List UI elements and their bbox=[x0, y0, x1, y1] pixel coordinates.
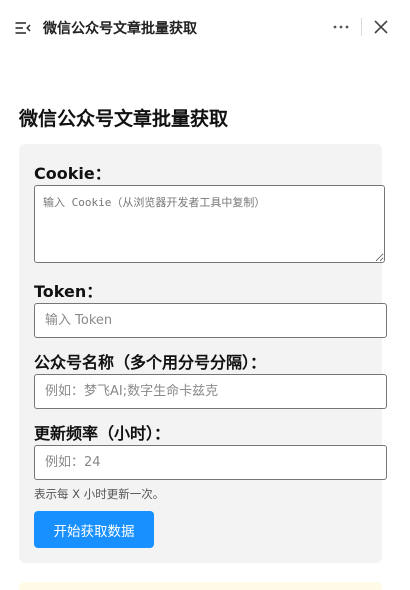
accounts-input[interactable] bbox=[34, 374, 387, 409]
frequency-label: 更新频率（小时）： bbox=[34, 424, 171, 443]
accounts-label: 公众号名称（多个用分号分隔）： bbox=[34, 353, 267, 372]
notice-panel bbox=[19, 582, 382, 590]
cookie-label: Cookie： bbox=[34, 164, 111, 183]
topbar-divider bbox=[361, 18, 362, 36]
form-card: Cookie： Token： 公众号名称（多个用分号分隔）： 更新频率（小时）：… bbox=[19, 144, 387, 563]
top-bar: 微信公众号文章批量获取 bbox=[0, 0, 410, 56]
token-label: Token： bbox=[34, 282, 103, 301]
cookie-input[interactable] bbox=[34, 185, 385, 263]
page-title: 微信公众号文章批量获取 bbox=[19, 108, 229, 130]
start-fetch-button[interactable]: 开始获取数据 bbox=[34, 511, 154, 548]
frequency-hint: 表示每 X 小时更新一次。 bbox=[34, 487, 165, 501]
menu-collapse-icon[interactable] bbox=[14, 19, 32, 37]
close-icon[interactable] bbox=[373, 19, 389, 35]
more-horizontal-icon[interactable] bbox=[331, 17, 351, 37]
frequency-input[interactable] bbox=[34, 445, 387, 480]
topbar-title: 微信公众号文章批量获取 bbox=[43, 21, 197, 37]
token-input[interactable] bbox=[34, 303, 387, 338]
